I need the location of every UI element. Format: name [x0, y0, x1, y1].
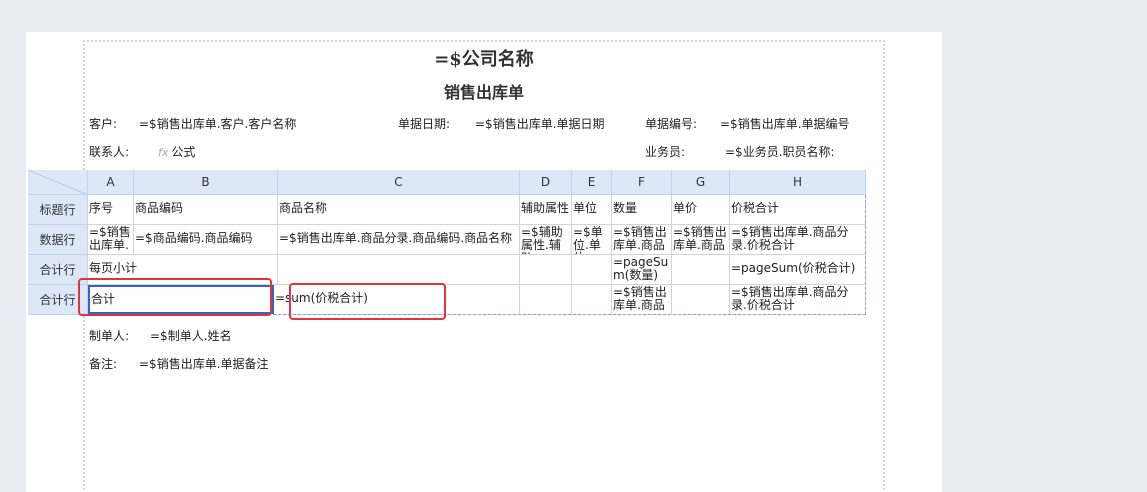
row-header-title[interactable]: 标题行 — [28, 195, 88, 225]
contact-label[interactable]: 联系人: — [89, 143, 129, 160]
cell-d3[interactable] — [520, 255, 572, 285]
cell-g2[interactable]: =$销售出库单.商品 — [672, 225, 730, 255]
cell-d1[interactable]: 辅助属性 — [520, 195, 572, 225]
cell-f2[interactable]: =$销售出库单.商品 — [612, 225, 672, 255]
cell-e4[interactable] — [572, 285, 612, 315]
cell-e3[interactable] — [572, 255, 612, 285]
cell-c1[interactable]: 商品名称 — [278, 195, 520, 225]
grid-corner[interactable] — [28, 170, 88, 195]
row-header-data[interactable]: 数据行 — [28, 225, 88, 255]
date-value[interactable]: =$销售出库单.单据日期 — [475, 115, 605, 132]
cell-e1[interactable]: 单位 — [572, 195, 612, 225]
contact-formula[interactable]: fx 公式 — [158, 143, 195, 160]
company-title[interactable]: =$公司名称 — [83, 45, 885, 71]
print-area-right — [865, 195, 866, 315]
customer-value[interactable]: =$销售出库单.客户.客户名称 — [139, 115, 296, 132]
cell-b1[interactable]: 商品编码 — [134, 195, 278, 225]
remark-value[interactable]: =$销售出库单.单据备注 — [139, 355, 269, 372]
column-header-c[interactable]: C — [278, 170, 520, 195]
cell-f3[interactable]: =pageSum(数量) — [612, 255, 672, 285]
customer-label[interactable]: 客户: — [89, 115, 117, 132]
remark-label[interactable]: 备注: — [89, 355, 117, 372]
cell-g3[interactable] — [672, 255, 730, 285]
maker-label[interactable]: 制单人: — [89, 327, 129, 344]
column-header-h[interactable]: H — [730, 170, 866, 195]
cell-c3[interactable] — [278, 255, 520, 285]
contact-value: 公式 — [171, 145, 196, 159]
cell-c2[interactable]: =$销售出库单.商品分录.商品编码.商品名称 — [278, 225, 520, 255]
salesman-value[interactable]: =$业务员.职员名称: — [725, 143, 835, 160]
cell-e2[interactable]: =$单位.单位 — [572, 225, 612, 255]
cell-g4[interactable] — [672, 285, 730, 315]
cell-f4[interactable]: =$销售出库单.商品 — [612, 285, 672, 315]
number-value[interactable]: =$销售出库单.单据编号 — [720, 115, 850, 132]
cell-h2[interactable]: =$销售出库单.商品分录.价税合计 — [730, 225, 866, 255]
cell-h3[interactable]: =pageSum(价税合计) — [730, 255, 866, 285]
maker-value[interactable]: =$制单人.姓名 — [150, 327, 232, 344]
cell-a1[interactable]: 序号 — [88, 195, 134, 225]
cell-h4[interactable]: =$销售出库单.商品分录.价税合计 — [730, 285, 866, 315]
column-header-g[interactable]: G — [672, 170, 730, 195]
column-header-d[interactable]: D — [520, 170, 572, 195]
highlight-box-total — [78, 278, 272, 316]
number-label[interactable]: 单据编号: — [645, 115, 697, 132]
column-header-f[interactable]: F — [612, 170, 672, 195]
cell-b2[interactable]: =$商品编码.商品编码 — [134, 225, 278, 255]
cell-f1[interactable]: 数量 — [612, 195, 672, 225]
fx-icon: fx — [158, 146, 169, 159]
column-header-b[interactable]: B — [134, 170, 278, 195]
document-title[interactable]: 销售出库单 — [83, 79, 885, 103]
date-label[interactable]: 单据日期: — [398, 115, 450, 132]
column-header-e[interactable]: E — [572, 170, 612, 195]
cell-a2[interactable]: =$销售出库单. — [88, 225, 134, 255]
cell-d2[interactable]: =$辅助属性.辅助 — [520, 225, 572, 255]
cell-g1[interactable]: 单价 — [672, 195, 730, 225]
salesman-label[interactable]: 业务员: — [645, 143, 685, 160]
cell-h1[interactable]: 价税合计 — [730, 195, 866, 225]
cell-d4[interactable] — [520, 285, 572, 315]
column-header-a[interactable]: A — [88, 170, 134, 195]
highlight-box-sum — [289, 283, 446, 320]
